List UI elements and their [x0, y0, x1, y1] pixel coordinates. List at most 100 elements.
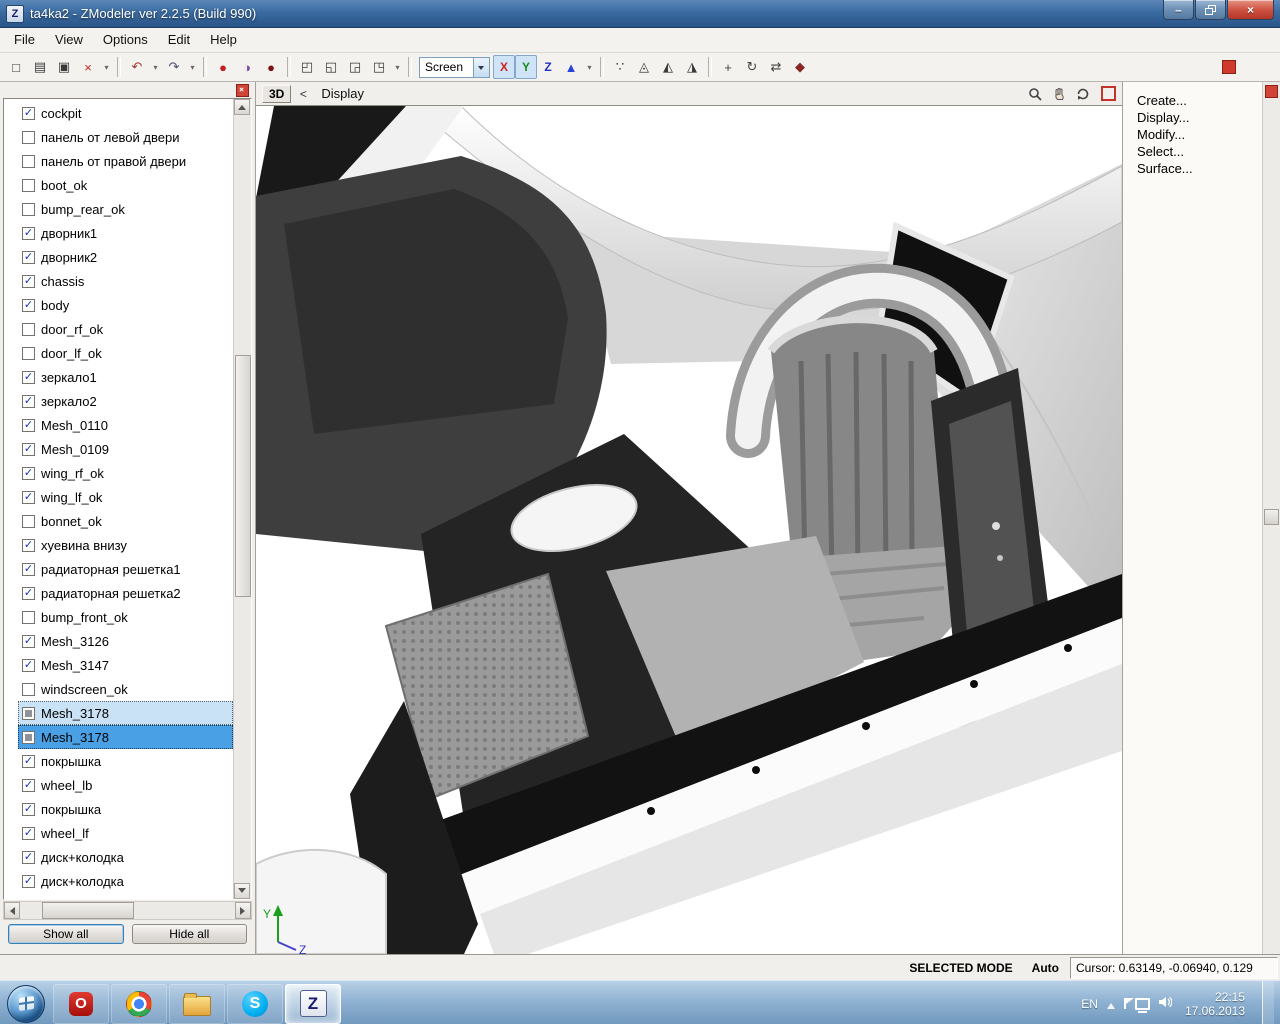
visibility-checkbox[interactable]: ✓: [22, 563, 35, 576]
scene-object-row[interactable]: ✓wheel_lf: [18, 821, 233, 845]
objects-level-icon[interactable]: ◮: [680, 55, 704, 79]
polygons-level-icon[interactable]: ◭: [656, 55, 680, 79]
axis-y-button[interactable]: Y: [515, 55, 537, 79]
vertical-scroll-thumb[interactable]: [235, 355, 251, 597]
redo-icon[interactable]: ↷: [162, 55, 186, 79]
open-folder-icon[interactable]: ▤: [28, 55, 52, 79]
visibility-checkbox[interactable]: ✓: [22, 659, 35, 672]
scene-object-row[interactable]: ✓wheel_lb: [18, 773, 233, 797]
language-indicator[interactable]: EN: [1081, 997, 1098, 1011]
hidden-icons-chevron-icon[interactable]: [1107, 999, 1115, 1009]
action-center-flag-icon[interactable]: [1124, 998, 1126, 1009]
scene-object-row[interactable]: ✓chassis: [18, 269, 233, 293]
view-back-button[interactable]: <: [295, 87, 311, 101]
volume-icon[interactable]: [1159, 995, 1172, 1013]
visibility-checkbox[interactable]: ✓: [22, 851, 35, 864]
view-mode-select[interactable]: Screen: [419, 57, 490, 78]
visibility-checkbox[interactable]: ✓: [22, 227, 35, 240]
horizontal-scroll-track[interactable]: [20, 902, 235, 919]
taskbar-button-skype[interactable]: S: [227, 984, 283, 1024]
clock[interactable]: 22:15 17.06.2013: [1185, 990, 1245, 1018]
scene-object-row[interactable]: boot_ok: [18, 173, 233, 197]
weld-tool-icon[interactable]: ◆: [788, 55, 812, 79]
viewport-maximize-icon[interactable]: [1101, 86, 1116, 101]
scene-object-row[interactable]: ✓покрышка: [18, 797, 233, 821]
show-desktop-button[interactable]: [1262, 981, 1274, 1024]
scene-object-row[interactable]: bonnet_ok: [18, 509, 233, 533]
visibility-checkbox[interactable]: [22, 347, 35, 360]
visibility-checkbox[interactable]: ✓: [22, 803, 35, 816]
chevron-down-icon[interactable]: ▾: [100, 55, 113, 79]
scroll-left-button[interactable]: [4, 902, 20, 919]
viewport-3d-canvas[interactable]: Y Z: [256, 106, 1122, 954]
list-vertical-scrollbar[interactable]: [233, 99, 251, 899]
auto-mode-toggle[interactable]: Auto: [1024, 958, 1067, 978]
visibility-checkbox[interactable]: [22, 203, 35, 216]
scene-object-row[interactable]: windscreen_ok: [18, 677, 233, 701]
scroll-thumb[interactable]: [1264, 509, 1279, 525]
scene-object-row[interactable]: ✓диск+колодка: [18, 869, 233, 893]
new-document-icon[interactable]: □: [4, 55, 28, 79]
visibility-checkbox[interactable]: ✓: [22, 635, 35, 648]
scene-object-row[interactable]: ✓дворник1: [18, 221, 233, 245]
zoom-icon[interactable]: [1025, 84, 1045, 104]
axis-x-button[interactable]: X: [493, 55, 515, 79]
scene-object-row[interactable]: bump_front_ok: [18, 605, 233, 629]
select-single-icon[interactable]: ◰: [295, 55, 319, 79]
scene-object-row[interactable]: ✓зеркало1: [18, 365, 233, 389]
list-horizontal-scrollbar[interactable]: [3, 901, 252, 920]
visibility-checkbox[interactable]: ✓: [22, 371, 35, 384]
menu-item-edit[interactable]: Edit: [158, 28, 200, 52]
show-all-button[interactable]: Show all: [8, 924, 124, 944]
scene-object-row[interactable]: door_rf_ok: [18, 317, 233, 341]
scene-object-row[interactable]: door_lf_ok: [18, 341, 233, 365]
scene-object-row[interactable]: ✓wing_lf_ok: [18, 485, 233, 509]
view-mode-3d-button[interactable]: 3D: [262, 85, 291, 103]
visibility-checkbox[interactable]: ✓: [22, 419, 35, 432]
close-panel-icon[interactable]: [236, 84, 249, 97]
scene-object-row[interactable]: ✓дворник2: [18, 245, 233, 269]
visibility-checkbox[interactable]: [22, 731, 35, 744]
scene-object-row[interactable]: ✓cockpit: [18, 101, 233, 125]
command-item-create[interactable]: Create...: [1137, 92, 1262, 109]
command-item-select[interactable]: Select...: [1137, 143, 1262, 160]
visibility-checkbox[interactable]: ✓: [22, 275, 35, 288]
pan-hand-icon[interactable]: [1049, 84, 1069, 104]
vertices-level-icon[interactable]: ∵: [608, 55, 632, 79]
taskbar-button-opera[interactable]: O: [53, 984, 109, 1024]
chevron-down-icon[interactable]: ▾: [149, 55, 162, 79]
select-quadrant-icon[interactable]: ◱: [319, 55, 343, 79]
visibility-checkbox[interactable]: ✓: [22, 779, 35, 792]
visibility-checkbox[interactable]: ✓: [22, 443, 35, 456]
scene-object-row[interactable]: ✓Mesh_0110: [18, 413, 233, 437]
close-panel-icon[interactable]: [1265, 85, 1278, 98]
visibility-checkbox[interactable]: [22, 131, 35, 144]
scene-object-row[interactable]: ✓wing_rf_ok: [18, 461, 233, 485]
scene-object-row[interactable]: ✓Mesh_0109: [18, 437, 233, 461]
visibility-checkbox[interactable]: ✓: [22, 107, 35, 120]
scene-object-row[interactable]: ✓body: [18, 293, 233, 317]
visibility-checkbox[interactable]: [22, 515, 35, 528]
mirror-tool-icon[interactable]: ⇄: [764, 55, 788, 79]
scene-object-row[interactable]: панель от правой двери: [18, 149, 233, 173]
commands-panel-toggle-icon[interactable]: [1222, 60, 1236, 74]
start-button[interactable]: [0, 981, 52, 1024]
save-icon[interactable]: ▣: [52, 55, 76, 79]
visibility-checkbox[interactable]: ✓: [22, 299, 35, 312]
restore-button[interactable]: [1195, 0, 1226, 20]
material-editor-icon[interactable]: ●: [211, 55, 235, 79]
visibility-checkbox[interactable]: [22, 707, 35, 720]
scene-object-row[interactable]: ✓хуевина внизу: [18, 533, 233, 557]
scene-object-row[interactable]: ✓покрышка: [18, 749, 233, 773]
gizmo-cone-icon[interactable]: ▲: [559, 55, 583, 79]
menu-item-help[interactable]: Help: [200, 28, 247, 52]
scroll-up-button[interactable]: [234, 99, 250, 115]
taskbar-button-explorer[interactable]: [169, 984, 225, 1024]
chevron-down-icon[interactable]: ▾: [391, 55, 404, 79]
command-item-surface[interactable]: Surface...: [1137, 160, 1262, 177]
scroll-right-button[interactable]: [235, 902, 251, 919]
select-circle-icon[interactable]: ◲: [343, 55, 367, 79]
scene-object-row[interactable]: Mesh_3178: [18, 725, 233, 749]
close-button[interactable]: ×: [1227, 0, 1274, 20]
scene-object-row[interactable]: ✓радиаторная решетка2: [18, 581, 233, 605]
